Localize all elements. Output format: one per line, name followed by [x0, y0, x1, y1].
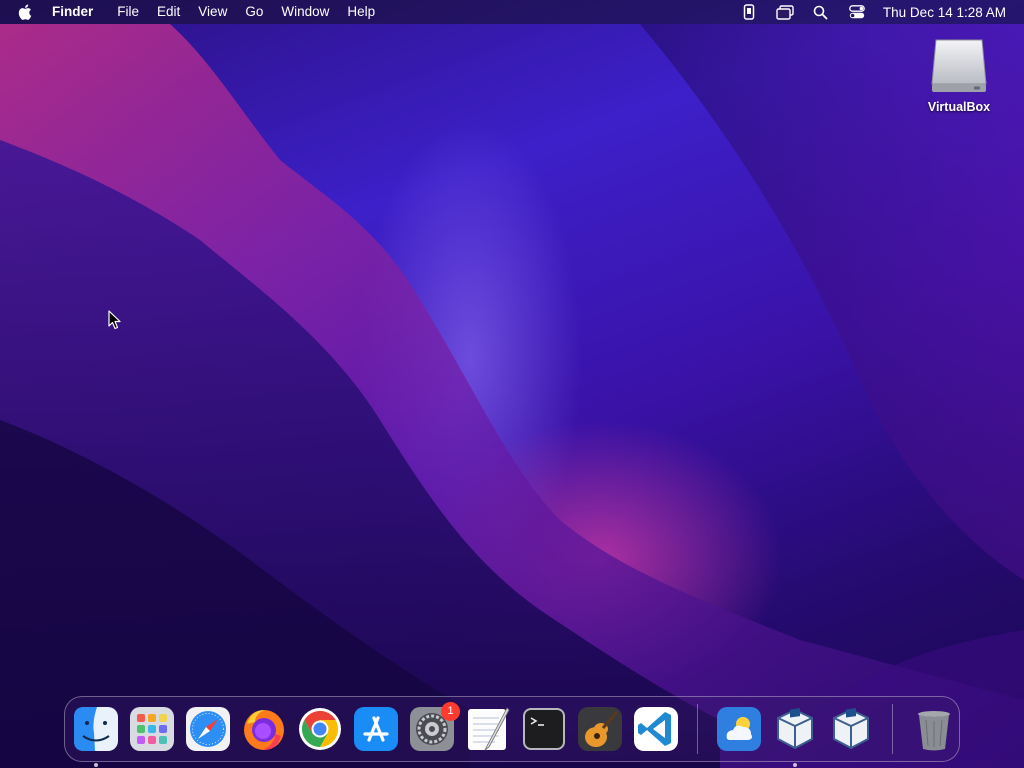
desktop-icon-label: VirtualBox: [927, 100, 991, 114]
desktop-icon-virtualbox[interactable]: VirtualBox: [918, 34, 1000, 114]
phone-mirror-icon[interactable]: [739, 4, 759, 20]
menu-go[interactable]: Go: [236, 0, 272, 24]
menu-edit[interactable]: Edit: [148, 0, 189, 24]
menu-bar-status-area: Thu Dec 14 1:28 AM: [723, 0, 1024, 24]
garageband-icon: [578, 707, 622, 751]
mouse-cursor-icon: [108, 310, 121, 330]
dock-item-chrome[interactable]: [297, 706, 343, 752]
menu-window[interactable]: Window: [272, 0, 338, 24]
menu-file[interactable]: File: [108, 0, 148, 24]
finder-icon: [74, 707, 118, 751]
menu-app-finder[interactable]: Finder: [52, 0, 102, 24]
dock-item-firefox[interactable]: [241, 706, 287, 752]
virtualbox-vm-icon: [833, 708, 869, 750]
menu-bar-clock[interactable]: Thu Dec 14 1:28 AM: [883, 5, 1006, 20]
dock-item-virtualbox-vm[interactable]: [828, 706, 874, 752]
safari-icon: [186, 707, 230, 751]
menu-view[interactable]: View: [189, 0, 236, 24]
dock-item-finder[interactable]: [73, 706, 119, 767]
dock-item-virtualbox[interactable]: [772, 706, 818, 767]
notification-badge: 1: [441, 702, 460, 721]
menu-help[interactable]: Help: [338, 0, 384, 24]
dock: 1: [64, 696, 960, 767]
terminal-icon: [523, 708, 565, 750]
dock-item-trash[interactable]: [911, 706, 957, 752]
chrome-icon: [299, 708, 341, 750]
menu-bar: Finder File Edit View Go Window Help Thu…: [0, 0, 1024, 24]
apple-icon[interactable]: [18, 3, 34, 21]
running-indicator: [793, 763, 797, 767]
control-center-icon[interactable]: [847, 4, 867, 20]
dock-separator: [892, 704, 893, 754]
desktop-wallpaper: [0, 24, 1024, 768]
textedit-icon: [468, 707, 510, 751]
dock-item-vscode[interactable]: [633, 706, 679, 752]
virtualbox-icon: [777, 708, 813, 750]
vscode-icon: [634, 707, 678, 751]
dock-item-system-preferences[interactable]: 1: [409, 702, 460, 752]
dock-item-safari[interactable]: [185, 706, 231, 752]
trash-icon: [918, 711, 950, 751]
dock-item-app-store[interactable]: [353, 706, 399, 752]
dock-separator: [697, 704, 698, 754]
menu-bar-left: Finder File Edit View Go Window Help: [0, 0, 384, 24]
dock-item-garageband[interactable]: [577, 706, 623, 752]
launchpad-icon: [130, 707, 174, 751]
app-store-icon: [354, 707, 398, 751]
external-drive-icon: [928, 34, 990, 96]
dock-item-textedit[interactable]: [465, 706, 511, 752]
weather-icon: [717, 707, 761, 751]
dock-item-launchpad[interactable]: [129, 706, 175, 752]
dock-item-weather[interactable]: [716, 706, 762, 752]
dock-item-terminal[interactable]: [521, 706, 567, 752]
running-indicator: [94, 763, 98, 767]
screen-mirroring-icon[interactable]: [775, 4, 795, 20]
spotlight-search-icon[interactable]: [811, 4, 831, 20]
firefox-icon: [244, 710, 284, 750]
